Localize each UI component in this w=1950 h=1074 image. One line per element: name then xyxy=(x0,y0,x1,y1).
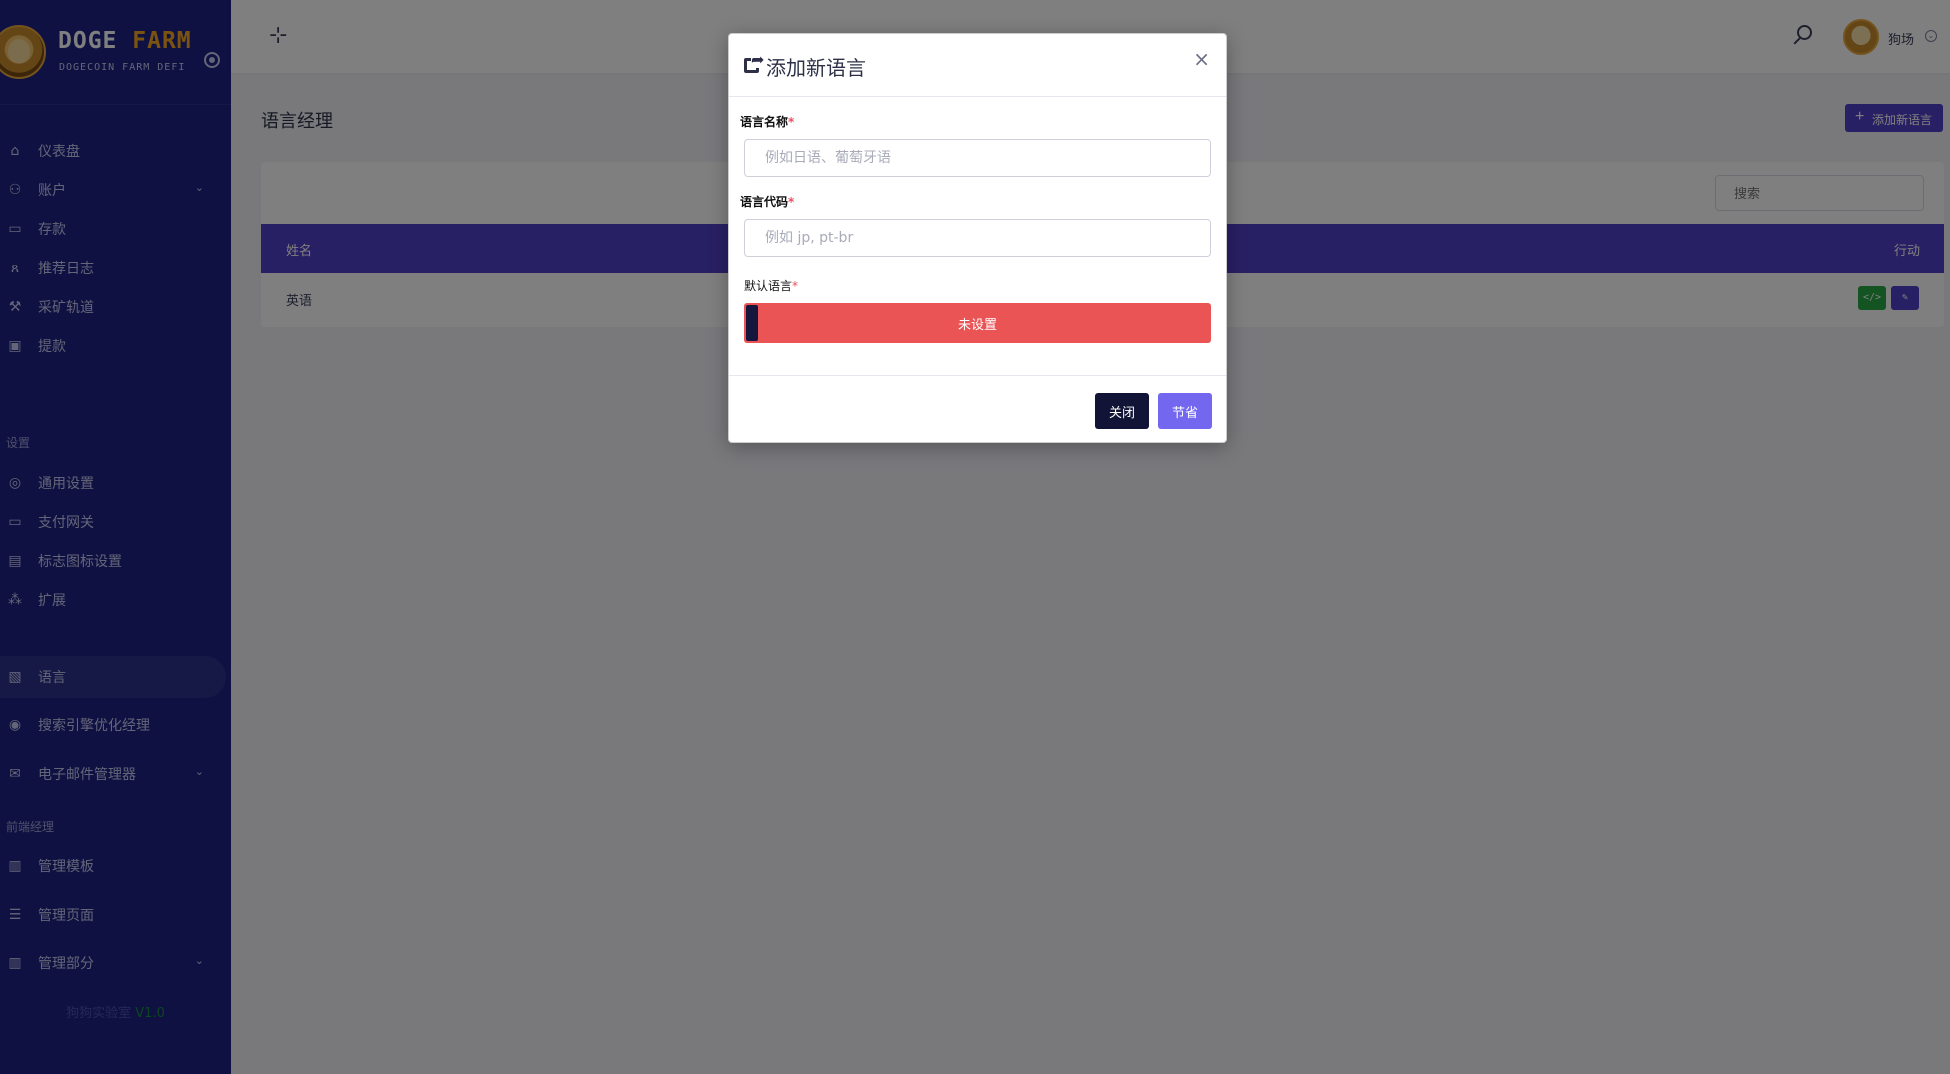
close-icon[interactable]: × xyxy=(1193,49,1210,69)
required-mark: * xyxy=(788,195,795,209)
language-name-label-text: 语言名称 xyxy=(740,115,789,129)
modal-header: ➦ 添加新语言 × xyxy=(729,34,1226,97)
default-language-toggle[interactable]: 未设置 xyxy=(744,303,1211,343)
required-mark: * xyxy=(788,115,795,129)
language-name-input[interactable] xyxy=(744,139,1211,177)
modal-title: 添加新语言 xyxy=(766,56,866,80)
language-name-label: 语言名称* xyxy=(740,113,794,130)
close-button[interactable]: 关闭 xyxy=(1095,393,1149,429)
required-mark: * xyxy=(792,279,799,293)
default-language-label-text: 默认语言 xyxy=(744,279,793,293)
language-code-label-text: 语言代码 xyxy=(740,195,789,209)
language-code-label: 语言代码* xyxy=(740,193,794,210)
share-icon: ➦ xyxy=(744,52,765,74)
toggle-label: 未设置 xyxy=(957,318,997,333)
save-button[interactable]: 节省 xyxy=(1158,393,1212,429)
add-language-modal: ➦ 添加新语言 × 语言名称* 语言代码* 默认语言* 未设置 关闭 节省 xyxy=(728,33,1227,443)
default-language-label: 默认语言* xyxy=(744,277,798,294)
modal-footer: 关闭 节省 xyxy=(729,375,1226,442)
language-code-input[interactable] xyxy=(744,219,1211,257)
